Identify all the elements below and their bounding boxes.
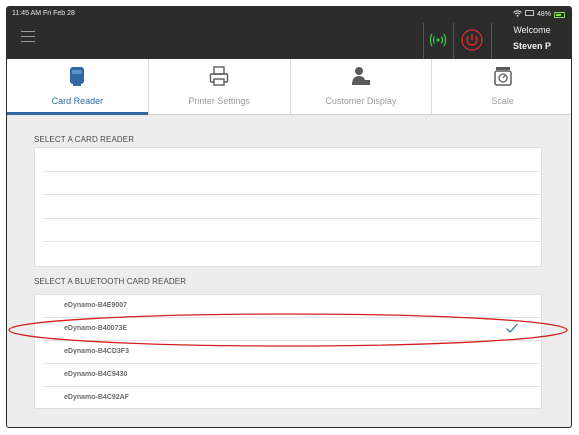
battery-percent: 48%	[536, 11, 551, 18]
list-item[interactable]	[43, 148, 541, 172]
bluetooth-device-row[interactable]: eDynamo-B4C92AF	[43, 387, 541, 410]
device-name: eDynamo-B4C92AF	[64, 394, 129, 401]
checkmark-icon	[506, 323, 518, 333]
card-reader-icon	[70, 67, 85, 86]
card-reader-section-title: SELECT A CARD READER	[34, 135, 135, 144]
scale-icon	[493, 67, 512, 86]
divider	[453, 23, 454, 59]
ipad-app-window: 11:45 AM Fri Feb 28 48% Welcome Steven P…	[6, 6, 572, 428]
bluetooth-device-row[interactable]: eDynamo-B4C9430	[43, 364, 541, 387]
tab-customer-display[interactable]: Customer Display	[291, 59, 433, 114]
card-reader-list	[34, 147, 542, 267]
tab-label: Printer Settings	[188, 96, 250, 106]
status-time: 11:45 AM Fri Feb 28	[12, 10, 75, 17]
list-item[interactable]	[43, 242, 541, 266]
screen-mirror-icon	[525, 10, 534, 19]
device-name: eDynamo-B40073E	[64, 325, 128, 332]
divider	[491, 23, 492, 59]
device-name: eDynamo-B4C9430	[64, 371, 128, 378]
device-name: eDynamo-B4CD3F3	[64, 348, 129, 355]
list-item[interactable]	[43, 219, 541, 243]
bluetooth-device-row-selected[interactable]: eDynamo-B40073E	[43, 318, 541, 341]
divider	[423, 23, 424, 59]
tab-card-reader[interactable]: Card Reader	[7, 59, 149, 115]
printer-icon	[209, 66, 229, 86]
battery-icon	[554, 11, 565, 18]
tab-label: Customer Display	[325, 96, 397, 106]
power-icon	[461, 29, 483, 51]
bluetooth-reader-list: eDynamo-B4E9007 eDynamo-B40073E eDynamo-…	[34, 294, 542, 409]
bluetooth-section-title: SELECT A BLUETOOTH CARD READER	[34, 277, 187, 286]
wifi-status-icon	[513, 10, 522, 19]
bluetooth-device-row[interactable]: eDynamo-B4E9007	[43, 295, 541, 318]
tab-label: Scale	[491, 96, 514, 106]
list-item[interactable]	[43, 172, 541, 196]
user-name: Steven P	[512, 41, 552, 51]
tab-scale[interactable]: Scale	[432, 59, 571, 114]
bluetooth-device-row[interactable]: eDynamo-B4CD3F3	[43, 341, 541, 364]
list-item[interactable]	[43, 195, 541, 219]
tab-label: Card Reader	[51, 96, 104, 106]
connection-status-button[interactable]	[425, 25, 451, 55]
signal-broadcast-icon	[429, 33, 447, 47]
power-button[interactable]	[457, 25, 487, 55]
tab-printer-settings[interactable]: Printer Settings	[149, 59, 291, 114]
customer-display-icon	[351, 67, 370, 85]
menu-icon[interactable]	[21, 31, 35, 42]
top-bar: 11:45 AM Fri Feb 28 48% Welcome Steven P	[7, 7, 571, 59]
user-welcome: Welcome Steven P	[493, 25, 571, 51]
status-indicators: 48%	[513, 10, 565, 19]
device-name: eDynamo-B4E9007	[64, 302, 128, 309]
settings-tabs: Card Reader Printer Settings Customer Di…	[7, 59, 571, 115]
welcome-label: Welcome	[513, 25, 551, 35]
